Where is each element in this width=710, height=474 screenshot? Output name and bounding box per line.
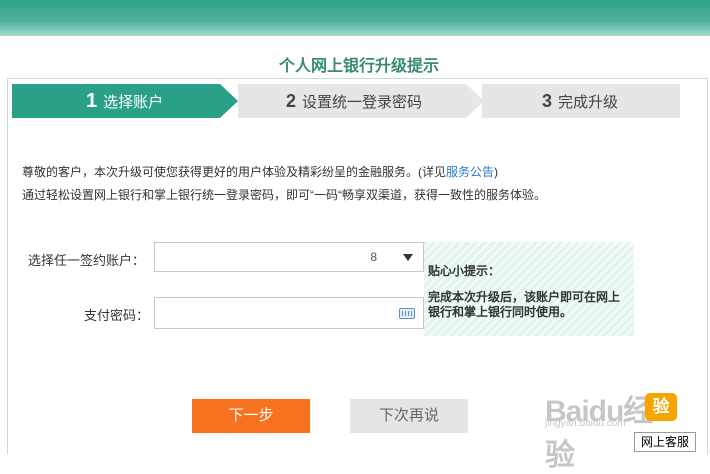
- account-select[interactable]: 8: [154, 242, 424, 272]
- dropdown-arrow-icon[interactable]: [403, 254, 413, 261]
- step-2-number: 2: [286, 91, 297, 111]
- intro-line-1-end: ): [494, 165, 499, 179]
- password-label: 支付密码：: [83, 308, 149, 323]
- step-2: 2 设置统一登录密码: [238, 84, 484, 118]
- intro-line-2: 通过轻松设置网上银行和掌上银行统一登录密码，即可“一码“畅享双渠道，获得一致性的…: [22, 188, 546, 202]
- keyboard-icon[interactable]: [399, 308, 415, 319]
- tips-title: 贴心小提示：: [428, 264, 501, 278]
- account-select-value: 8: [370, 250, 377, 264]
- account-label: 选择任一签约账户：: [27, 253, 145, 268]
- intro-text: 尊敬的客户，本次升级可使您获得更好的用户体验及精彩纷呈的金融服务。(详见服务公告…: [22, 161, 546, 207]
- step-progress: 1 选择账户 2 设置统一登录密码 3 完成升级: [12, 84, 680, 118]
- step-3: 3 完成升级: [482, 84, 680, 118]
- page-title: 个人网上银行升级提示: [278, 58, 439, 75]
- step-3-number: 3: [542, 91, 553, 111]
- later-button[interactable]: 下次再说: [350, 399, 468, 433]
- watermark-badge-icon: 验: [645, 393, 677, 421]
- step-1-number: 1: [86, 90, 98, 112]
- intro-line-1: 尊敬的客户，本次升级可使您获得更好的用户体验及精彩纷呈的金融服务。(详见服务公告…: [22, 161, 546, 184]
- intro-line-1-text: 尊敬的客户，本次升级可使您获得更好的用户体验及精彩纷呈的金融服务。(详见: [22, 165, 446, 179]
- service-notice-link[interactable]: 服务公告: [446, 165, 494, 179]
- tips-body: 完成本次升级后，该账户即可在网上银行和掌上银行同时使用。: [428, 290, 621, 319]
- watermark-url: jingyan.baidu.com: [545, 418, 626, 429]
- step-3-label: 完成升级: [558, 94, 619, 111]
- tips-box: 贴心小提示： 完成本次升级后，该账户即可在网上银行和掌上银行同时使用。: [424, 242, 634, 336]
- payment-password-input[interactable]: [154, 297, 424, 329]
- step-1-label: 选择账户: [103, 94, 164, 111]
- step-1: 1 选择账户: [12, 84, 238, 118]
- next-step-button[interactable]: 下一步: [192, 399, 310, 433]
- step-2-label: 设置统一登录密码: [302, 94, 423, 111]
- top-banner: [0, 0, 710, 36]
- online-service-button[interactable]: 网上客服: [634, 432, 696, 452]
